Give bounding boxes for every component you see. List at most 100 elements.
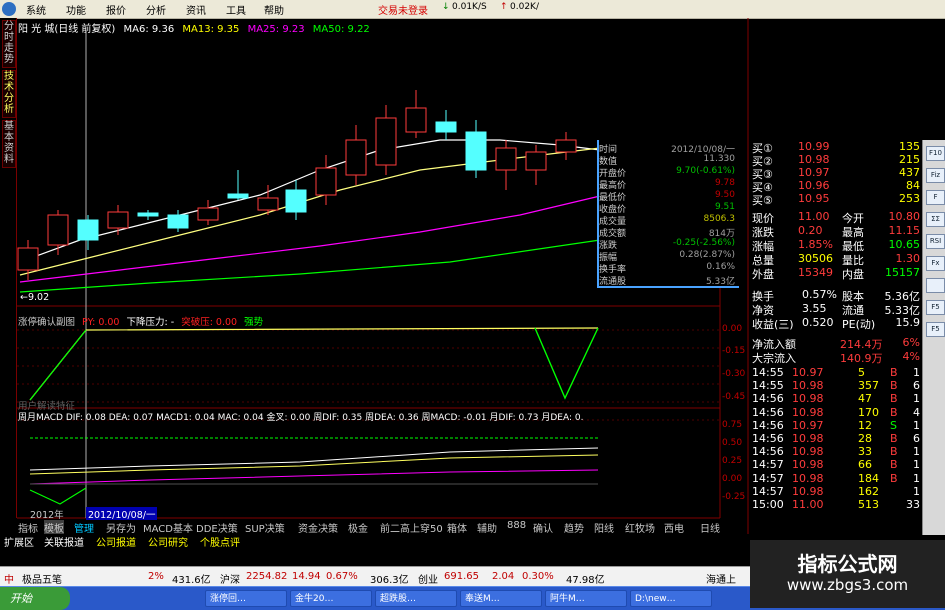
sub2-dif-line <box>29 447 599 471</box>
toolbar-icon[interactable]: F5 <box>926 322 945 337</box>
index-ticker: 中 极品五笔 2% 431.6亿 沪深 2254.82 14.94 0.67% … <box>0 566 750 587</box>
stat-row: 总量 30506 量比 1.30 <box>750 252 922 267</box>
indicator-tab[interactable]: 前二高 <box>380 520 410 535</box>
toolbar-icon[interactable]: Fiz <box>926 168 945 183</box>
fund-label-2: PE(动) <box>842 318 876 331</box>
sub1-axis-1: -0.15 <box>722 346 746 356</box>
tick-price: 10.98 <box>792 432 824 445</box>
indicator-tab[interactable]: 阳线 <box>594 520 614 535</box>
sub2-header: 周月MACD DIF: 0.08 DEA: 0.07 MACD1: 0.04 M… <box>18 413 584 423</box>
low-price-arrow-label: ←9.02 <box>20 292 50 303</box>
indicator-tab[interactable]: MACD基本 <box>143 520 193 535</box>
toolbar-icon[interactable]: Fx <box>926 256 945 271</box>
sub1-break: 突破压: 0.00 <box>181 317 238 328</box>
taskbar-window[interactable]: 涨停回… <box>205 590 287 607</box>
indicator-tab[interactable]: 极金 <box>348 520 368 535</box>
tick-price: 10.97 <box>792 418 824 432</box>
taskbar-window[interactable]: 金牛20… <box>290 590 372 607</box>
bid-price: 10.97 <box>798 166 830 179</box>
tick-row: 14:55 10.97 5 B 1 <box>750 366 922 379</box>
toolbar-icon[interactable]: F5 <box>926 300 945 315</box>
flow-pct: 4% <box>902 350 920 363</box>
tick-time: 14:56 <box>752 418 784 432</box>
tick-volume: 357 <box>858 379 879 393</box>
flow-value: 140.9万 <box>840 352 883 365</box>
candle-body <box>315 167 337 196</box>
candle-body <box>107 211 129 229</box>
toolbar-icon[interactable]: ΣΣ <box>926 212 945 227</box>
sub2-axis-4: -0.25 <box>722 492 746 502</box>
tick-side: B <box>890 366 898 379</box>
start-button[interactable]: 开始 <box>0 587 70 610</box>
tip-val-turnover: 0.16% <box>706 262 735 272</box>
tick-row: 14:56 10.98 170 B 4 <box>750 406 922 419</box>
taskbar-window[interactable]: D:\new… <box>630 590 712 607</box>
indicator-tab[interactable]: 辅助 <box>477 520 497 535</box>
tick-count: 1 <box>913 458 920 472</box>
indicator-tab[interactable]: 上穿50 <box>410 520 443 535</box>
info-tab[interactable]: 关联报道 <box>44 534 84 549</box>
indicator-tab[interactable]: 西电 <box>664 520 684 535</box>
info-tab[interactable]: 公司报道 <box>96 534 136 549</box>
period-tab-daily[interactable]: 日线 <box>700 520 720 535</box>
taskbar-window[interactable]: 阿牛M… <box>545 590 627 607</box>
tick-row: 15:00 11.00 513 33 <box>750 498 922 511</box>
tick-time: 14:57 <box>752 471 784 485</box>
toolbar-icon[interactable]: F10 <box>926 146 945 161</box>
indicator-tab[interactable]: SUP决策 <box>245 520 285 535</box>
sub1-axis-0: 0.00 <box>722 324 743 334</box>
toolbar-icon[interactable]: F <box>926 190 945 205</box>
info-tab[interactable]: 个股点评 <box>200 534 240 549</box>
ticker-i: 691.65 <box>444 571 479 582</box>
ticker-m: 海通上 <box>706 575 736 586</box>
indicator-tab[interactable]: 模板 <box>44 520 64 535</box>
info-tab-bar: 扩展区 关联报道 公司报道 公司研究 个股点评 <box>0 534 750 549</box>
tick-side: B <box>890 458 898 472</box>
tick-row: 14:56 10.97 12 S 1 <box>750 419 922 432</box>
toolbar-icon[interactable]: RSI <box>926 234 945 249</box>
info-tab[interactable]: 扩展区 <box>4 534 34 549</box>
indicator-tab[interactable]: 资金决策 <box>298 520 338 535</box>
ticker-e: 14.94 <box>292 571 321 582</box>
ticker-k: 0.30% <box>522 571 554 582</box>
bid-row: 买① 10.99 135 <box>750 140 922 155</box>
tick-row: 14:55 10.98 357 B 6 <box>750 379 922 392</box>
sub1-axis-3: -0.45 <box>722 392 746 402</box>
indicator-tab[interactable]: 箱体 <box>447 520 467 535</box>
bid-price: 10.96 <box>798 179 830 192</box>
ime-logo-icon: 中 <box>4 575 14 586</box>
fund-row: 换手 0.57% 股本 5.36亿 <box>750 288 922 303</box>
indicator-tab[interactable]: 另存为 <box>106 520 136 535</box>
tick-count: 1 <box>913 484 920 498</box>
fund-value: 0.57% <box>802 288 837 301</box>
tip-val-value: 11.330 <box>703 154 736 164</box>
flow-row: 大宗流入 140.9万 4% <box>750 350 922 365</box>
indicator-tab[interactable]: 指标 <box>18 520 38 535</box>
stat-row: 涨跌 0.20 最高 11.15 <box>750 224 922 239</box>
candle-body <box>465 131 487 171</box>
toolbar-icon[interactable] <box>926 278 945 293</box>
ticker-f: 0.67% <box>326 571 358 582</box>
tick-side: B <box>890 379 898 393</box>
indicator-tab[interactable]: DDE决策 <box>196 520 238 535</box>
stat-value: 30506 <box>798 252 833 265</box>
candle-body <box>405 107 427 133</box>
tick-price: 10.98 <box>792 379 824 393</box>
info-tab[interactable]: 公司研究 <box>148 534 188 549</box>
ma25-line <box>19 195 601 283</box>
flow-row: 净流入额 214.4万 6% <box>750 336 922 351</box>
tick-volume: 66 <box>858 458 872 472</box>
stat-row: 现价 11.00 今开 10.80 <box>750 210 922 225</box>
taskbar-window[interactable]: 奉送M… <box>460 590 542 607</box>
indicator-tab[interactable]: 管理 <box>74 520 94 535</box>
tick-price: 10.98 <box>792 484 824 498</box>
fund-row: 净资 3.55 流通 5.33亿 <box>750 302 922 317</box>
stat-row: 涨幅 1.85% 最低 10.65 <box>750 238 922 253</box>
stat-value-2: 15157 <box>885 266 920 279</box>
indicator-tab[interactable]: 趋势 <box>564 520 584 535</box>
indicator-tab[interactable]: 888 <box>507 520 526 531</box>
tick-row: 14:57 10.98 162 1 <box>750 485 922 498</box>
indicator-tab[interactable]: 确认 <box>533 520 553 535</box>
taskbar-window[interactable]: 超跌股… <box>375 590 457 607</box>
indicator-tab[interactable]: 红牧场 <box>625 520 655 535</box>
